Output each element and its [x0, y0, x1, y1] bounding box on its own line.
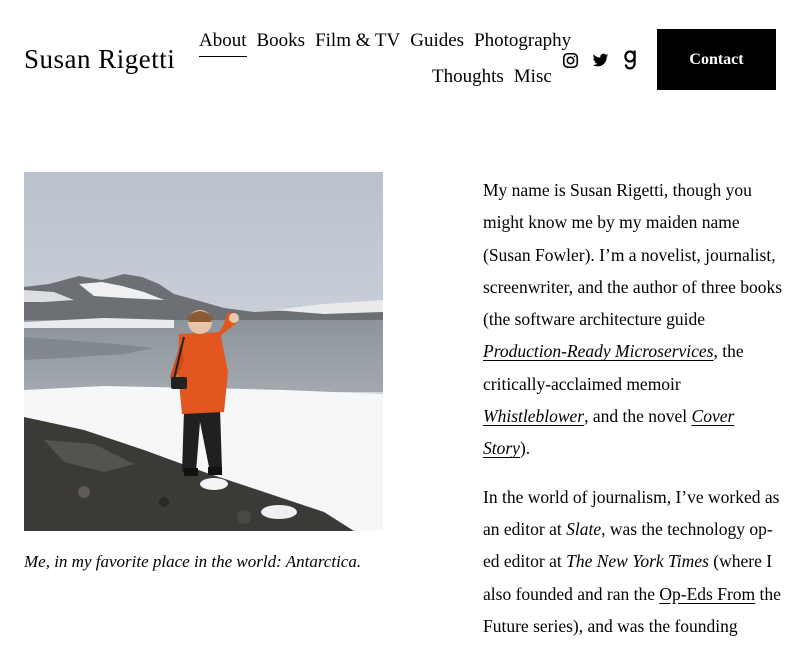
bio-text: My name is Susan Rigetti, though you mig… — [483, 174, 783, 658]
goodreads-icon[interactable] — [620, 50, 640, 70]
publication-name: The New York Times — [566, 551, 709, 572]
bio-text-span: ). — [519, 438, 531, 459]
whistleblower-link[interactable]: Whistleblower — [483, 406, 584, 426]
social-links — [560, 50, 640, 70]
contact-button[interactable]: Contact — [657, 29, 776, 90]
nav-guides[interactable]: Guides — [410, 30, 464, 52]
twitter-icon[interactable] — [590, 50, 610, 70]
photo-caption: Me, in my favorite place in the world: A… — [24, 552, 362, 571]
nav-misc[interactable]: Misc — [514, 66, 552, 88]
nav-thoughts[interactable]: Thoughts — [432, 66, 504, 88]
nav-about[interactable]: About — [199, 30, 247, 57]
op-eds-from-the-future-link[interactable]: Op-Eds From — [659, 584, 755, 604]
bio-paragraph-2: In the world of journalism, I’ve worked … — [483, 481, 783, 642]
main-nav-row2: Thoughts Misc — [432, 66, 562, 88]
publication-name: Slate — [566, 518, 602, 539]
book-title: Whistleblower — [483, 406, 585, 427]
bio-paragraph-1: My name is Susan Rigetti, though you mig… — [483, 174, 783, 465]
bio-text-span: , and the novel — [584, 406, 692, 427]
book-title: Production-Ready Microservices — [483, 341, 714, 362]
main-nav-row1: About Books Film & TV Guides Photography — [199, 30, 581, 57]
bio-text-span: My name is Susan Rigetti, though you mig… — [483, 180, 783, 330]
instagram-icon[interactable] — [560, 50, 580, 70]
site-title[interactable]: Susan Rigetti — [24, 44, 175, 75]
antarctica-photo — [24, 172, 383, 531]
production-ready-microservices-link[interactable]: Production-Ready Microservices — [483, 341, 714, 361]
nav-photography[interactable]: Photography — [474, 30, 571, 52]
nav-books[interactable]: Books — [257, 30, 306, 52]
nav-film-tv[interactable]: Film & TV — [315, 30, 400, 52]
